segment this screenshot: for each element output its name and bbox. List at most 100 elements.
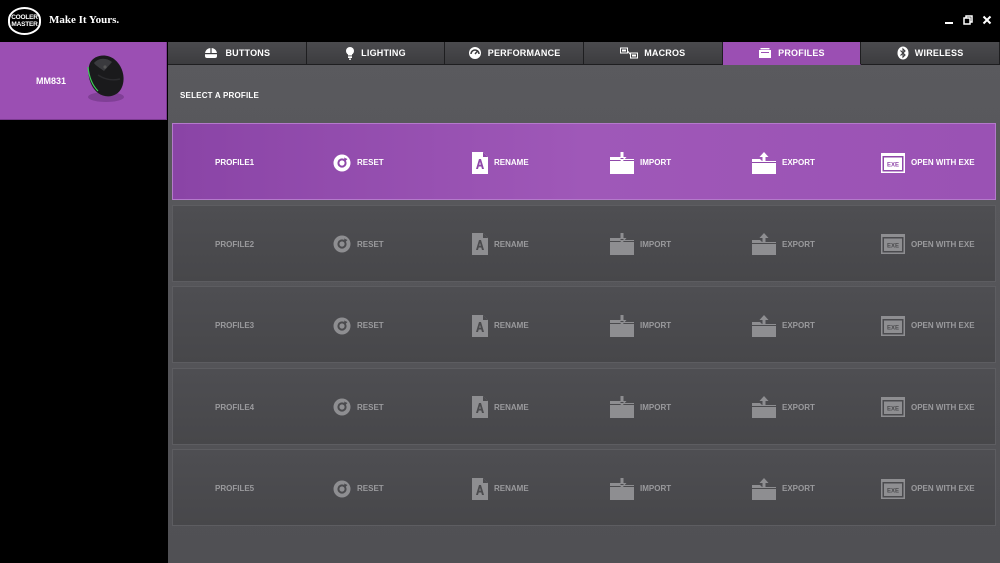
- export-icon: [752, 314, 776, 337]
- export-button[interactable]: EXPORT: [752, 369, 815, 446]
- bluetooth-icon: [897, 46, 909, 60]
- import-icon: [610, 396, 634, 418]
- profile-icon: [758, 47, 772, 59]
- import-button[interactable]: IMPORT: [610, 287, 671, 364]
- close-icon: [982, 15, 992, 25]
- rename-icon: [472, 477, 488, 500]
- tab-buttons[interactable]: BUTTONS: [168, 42, 307, 65]
- rename-label: RENAME: [494, 239, 529, 249]
- profile-row-2[interactable]: PROFILE2 RESET RENAME IMPORT EXPORT EXE …: [172, 204, 996, 283]
- import-button[interactable]: IMPORT: [610, 124, 671, 201]
- reset-label: RESET: [357, 158, 384, 167]
- import-button[interactable]: IMPORT: [610, 206, 671, 283]
- restore-button[interactable]: [961, 13, 975, 27]
- reset-icon: [333, 317, 351, 334]
- tab-wireless[interactable]: WIRELESS: [861, 42, 1000, 65]
- device-name: MM831: [36, 76, 67, 86]
- reset-button[interactable]: RESET: [333, 369, 384, 446]
- profile-row-5[interactable]: PROFILE5 RESET RENAME IMPORT EXPORT EXE …: [172, 449, 996, 526]
- minimize-button[interactable]: [942, 13, 956, 27]
- rename-label: RENAME: [494, 402, 529, 412]
- export-icon: [752, 396, 776, 418]
- export-label: EXPORT: [782, 239, 815, 249]
- profile-name: PROFILE2: [215, 239, 255, 249]
- rename-button[interactable]: RENAME: [472, 206, 529, 283]
- export-button[interactable]: EXPORT: [752, 450, 815, 527]
- reset-button[interactable]: RESET: [333, 124, 384, 201]
- import-label: IMPORT: [640, 239, 672, 249]
- open-with-exe-button[interactable]: EXE OPEN WITH EXE: [881, 369, 975, 446]
- tab-label: PERFORMANCE: [487, 48, 561, 58]
- exe-badge-text: EXE: [887, 162, 899, 168]
- tab-label: PROFILES: [778, 48, 825, 58]
- rename-button[interactable]: RENAME: [472, 287, 529, 364]
- export-icon: [752, 151, 776, 174]
- reset-icon: [333, 398, 351, 416]
- open-with-exe-button[interactable]: EXE OPEN WITH EXE: [881, 450, 975, 527]
- profile-row-3[interactable]: PROFILE3 RESET RENAME IMPORT EXPORT EXE …: [172, 286, 996, 363]
- exe-badge-text: EXE: [887, 244, 899, 250]
- open-with-exe-button[interactable]: EXE OPEN WITH EXE: [881, 287, 975, 364]
- profile-name: PROFILE1: [215, 158, 255, 167]
- exe-icon: EXE: [881, 397, 905, 417]
- main-panel: BUTTONS LIGHTING PERFORMANCE MACROS PROF…: [168, 42, 1000, 563]
- export-label: EXPORT: [782, 402, 815, 412]
- import-label: IMPORT: [640, 158, 672, 167]
- tab-label: WIRELESS: [914, 48, 964, 58]
- reset-button[interactable]: RESET: [333, 450, 384, 527]
- tab-bar: BUTTONS LIGHTING PERFORMANCE MACROS PROF…: [168, 42, 1000, 65]
- import-label: IMPORT: [640, 321, 672, 330]
- import-button[interactable]: IMPORT: [610, 369, 671, 446]
- minimize-icon: [945, 22, 953, 24]
- export-label: EXPORT: [782, 321, 815, 330]
- exe-icon: EXE: [881, 315, 905, 336]
- section-title: SELECT A PROFILE: [180, 91, 260, 100]
- export-icon: [752, 233, 776, 255]
- open-with-exe-button[interactable]: EXE OPEN WITH EXE: [881, 206, 975, 283]
- rename-label: RENAME: [494, 321, 529, 330]
- reset-label: RESET: [357, 239, 384, 249]
- rename-icon: [472, 233, 488, 255]
- device-card-mm831[interactable]: MM831: [0, 42, 167, 120]
- export-button[interactable]: EXPORT: [752, 124, 815, 201]
- export-label: EXPORT: [782, 158, 815, 167]
- export-button[interactable]: EXPORT: [752, 206, 815, 283]
- title-bar: COOLER MASTER Make It Yours.: [0, 0, 1000, 42]
- tab-macros[interactable]: MACROS: [583, 42, 723, 65]
- tab-label: LIGHTING: [361, 48, 406, 58]
- rename-button[interactable]: RENAME: [472, 124, 529, 201]
- gauge-icon: [468, 46, 482, 60]
- rename-button[interactable]: RENAME: [472, 369, 529, 446]
- device-sidebar: MM831: [0, 42, 167, 563]
- profile-row-4[interactable]: PROFILE4 RESET RENAME IMPORT EXPORT EXE …: [172, 367, 996, 446]
- export-label: EXPORT: [782, 484, 815, 493]
- reset-button[interactable]: RESET: [333, 287, 384, 364]
- import-icon: [610, 314, 634, 337]
- reset-button[interactable]: RESET: [333, 206, 384, 283]
- profile-name: PROFILE4: [215, 402, 255, 412]
- open-with-exe-label: OPEN WITH EXE: [911, 321, 975, 330]
- exe-icon: EXE: [881, 478, 905, 499]
- import-icon: [610, 477, 634, 500]
- exe-icon: EXE: [881, 234, 905, 254]
- import-button[interactable]: IMPORT: [610, 450, 671, 527]
- open-with-exe-label: OPEN WITH EXE: [911, 484, 975, 493]
- profile-row-1[interactable]: PROFILE1 RESET RENAME IMPORT EXPORT EXE …: [172, 123, 996, 200]
- open-with-exe-button[interactable]: EXE OPEN WITH EXE: [881, 124, 975, 201]
- rename-button[interactable]: RENAME: [472, 450, 529, 527]
- rename-label: RENAME: [494, 484, 529, 493]
- export-icon: [752, 477, 776, 500]
- rename-icon: [472, 396, 488, 418]
- export-button[interactable]: EXPORT: [752, 287, 815, 364]
- open-with-exe-label: OPEN WITH EXE: [911, 402, 975, 412]
- tab-lighting[interactable]: LIGHTING: [306, 42, 446, 65]
- open-with-exe-label: OPEN WITH EXE: [911, 239, 975, 249]
- tab-performance[interactable]: PERFORMANCE: [445, 42, 584, 65]
- profile-list: PROFILE1 RESET RENAME IMPORT EXPORT EXE …: [172, 123, 996, 531]
- close-button[interactable]: [980, 13, 994, 27]
- exe-badge-text: EXE: [887, 325, 899, 331]
- exe-badge-text: EXE: [887, 407, 899, 413]
- exe-badge-text: EXE: [887, 488, 899, 494]
- tab-profiles[interactable]: PROFILES: [722, 42, 862, 65]
- cooler-master-logo: COOLER MASTER: [8, 7, 41, 35]
